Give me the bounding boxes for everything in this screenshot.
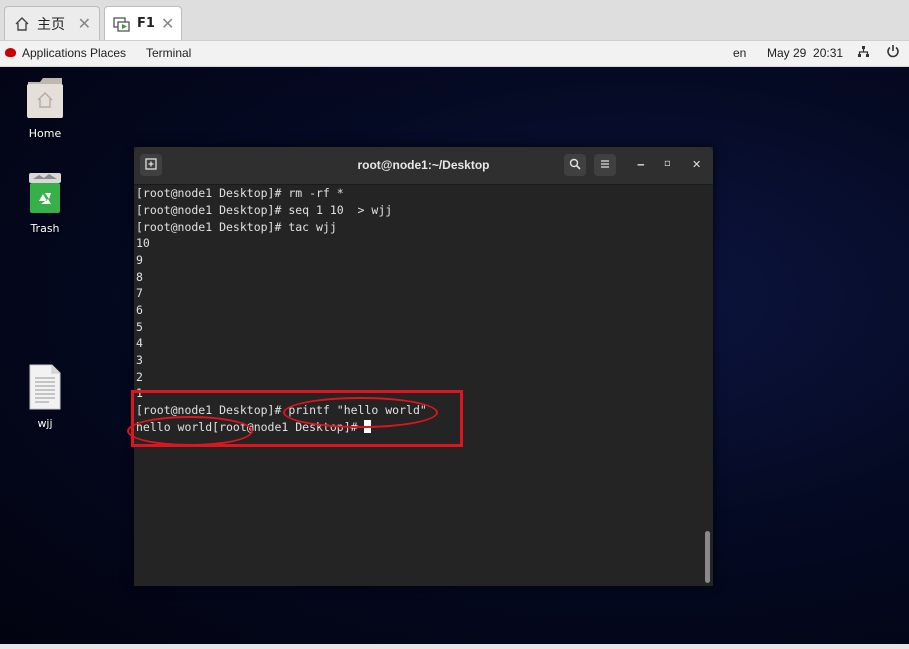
tab-home-label: 主页 bbox=[37, 16, 65, 33]
terminal-line: 9 bbox=[136, 253, 143, 267]
hamburger-menu-icon bbox=[599, 158, 611, 173]
close-icon[interactable]: ✕ bbox=[161, 14, 174, 33]
menu-button[interactable] bbox=[594, 154, 616, 176]
network-icon[interactable] bbox=[857, 45, 870, 62]
terminal-menu[interactable]: Terminal bbox=[146, 46, 191, 60]
places-menu[interactable]: Places bbox=[90, 46, 126, 60]
desktop-icon-label: Trash bbox=[30, 222, 60, 235]
terminal-header[interactable]: root@node1:~/Desktop ‒ ▫ ✕ bbox=[134, 147, 713, 185]
redhat-logo-icon bbox=[5, 48, 16, 57]
terminal-title: root@node1:~/Desktop bbox=[357, 158, 490, 172]
search-icon bbox=[569, 158, 581, 173]
tab-f1-label: F1 bbox=[137, 16, 155, 31]
terminal-output[interactable]: [root@node1 Desktop]# rm -rf * [root@nod… bbox=[136, 185, 701, 585]
terminal-line: 5 bbox=[136, 320, 143, 334]
terminal-line: 10 bbox=[136, 236, 150, 250]
clock[interactable]: May 29 20:31 bbox=[767, 46, 843, 60]
terminal-line: 8 bbox=[136, 270, 143, 284]
scrollbar[interactable] bbox=[705, 531, 710, 583]
annotation-ellipse-printf bbox=[283, 397, 438, 428]
minimize-icon[interactable]: ‒ bbox=[637, 158, 645, 171]
vm-icon bbox=[113, 15, 131, 33]
home-icon bbox=[13, 15, 31, 33]
terminal-line: 3 bbox=[136, 353, 143, 367]
tab-strip: 主页 ✕ F1 ✕ bbox=[0, 0, 909, 41]
annotation-ellipse-hello bbox=[127, 416, 253, 446]
tab-f1[interactable]: F1 ✕ bbox=[104, 6, 182, 40]
trash-icon bbox=[10, 171, 80, 218]
power-icon[interactable] bbox=[886, 44, 900, 62]
desktop-icon-trash[interactable]: Trash bbox=[10, 171, 80, 235]
search-button[interactable] bbox=[564, 154, 586, 176]
desktop-icon-label: Home bbox=[28, 127, 62, 140]
language-indicator[interactable]: en bbox=[733, 46, 746, 60]
applications-menu[interactable]: Applications bbox=[22, 46, 87, 60]
close-icon[interactable]: ✕ bbox=[78, 14, 91, 33]
close-window-icon[interactable]: ✕ bbox=[692, 158, 701, 171]
terminal-line: [root@node1 Desktop]# rm -rf * bbox=[136, 186, 344, 200]
terminal-line: 7 bbox=[136, 286, 143, 300]
desktop-icon-label: wjj bbox=[37, 417, 53, 430]
terminal-line: 2 bbox=[136, 370, 143, 384]
text-file-icon bbox=[10, 364, 80, 413]
terminal-line: 6 bbox=[136, 303, 143, 317]
home-folder-icon bbox=[10, 76, 80, 123]
terminal-line: [root@node1 Desktop]# tac wjj bbox=[136, 220, 337, 234]
terminal-line: [root@node1 Desktop]# seq 1 10 > wjj bbox=[136, 203, 393, 217]
terminal-window[interactable]: root@node1:~/Desktop ‒ ▫ ✕ [root@node1 D… bbox=[134, 147, 713, 586]
maximize-icon[interactable]: ▫ bbox=[664, 158, 671, 169]
top-bar: Applications Places Terminal en May 29 2… bbox=[0, 41, 909, 67]
tab-home[interactable]: 主页 ✕ bbox=[4, 6, 100, 40]
desktop-icon-wjj[interactable]: wjj bbox=[10, 364, 80, 430]
bottom-strip bbox=[0, 644, 909, 649]
terminal-line: 4 bbox=[136, 336, 143, 350]
desktop-icon-home[interactable]: Home bbox=[10, 76, 80, 140]
